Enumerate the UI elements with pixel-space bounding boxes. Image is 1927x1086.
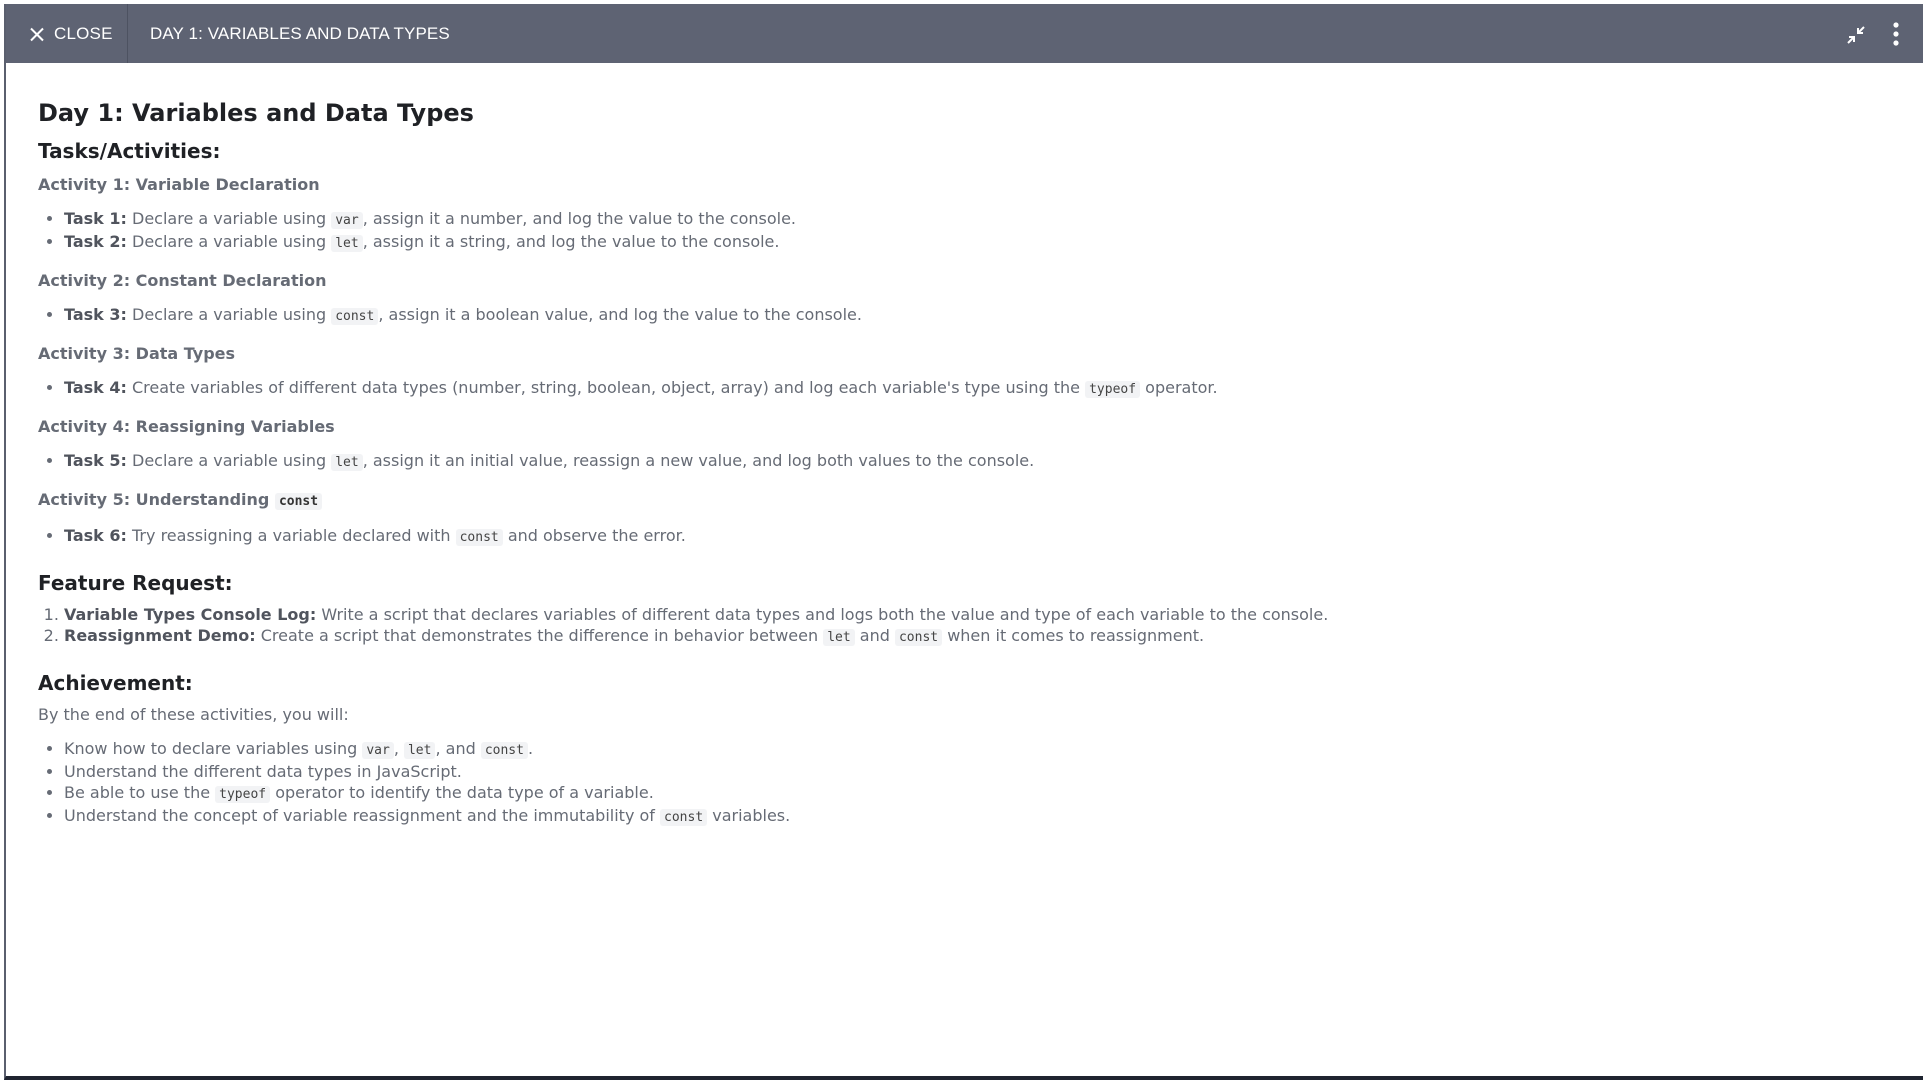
achievement-intro: By the end of these activities, you will… — [38, 705, 349, 724]
list-item: Know how to declare variables using var,… — [64, 738, 1891, 761]
activity-2-list: Task 3: Declare a variable using const, … — [38, 304, 1891, 327]
feature-label: Variable Types Console Log: — [64, 605, 317, 624]
achievement-heading: Achievement: — [38, 671, 193, 695]
text: Write a script that declares variables o… — [316, 605, 1329, 624]
text: , — [393, 739, 404, 758]
text: variables. — [707, 806, 791, 825]
text: and observe the error. — [502, 526, 686, 545]
text: Declare a variable using — [126, 451, 332, 470]
task-label: Task 6: — [64, 526, 127, 545]
inline-code: typeof — [215, 786, 271, 803]
inline-code: const — [455, 529, 503, 546]
modal-title: DAY 1: VARIABLES AND DATA TYPES — [150, 24, 450, 43]
text: Declare a variable using — [126, 232, 332, 251]
list-item: Understand the different data types in J… — [64, 761, 1891, 782]
task-label: Task 1: — [64, 209, 127, 228]
inline-code: var — [331, 212, 363, 229]
document-content: Day 1: Variables and Data Types Tasks/Ac… — [38, 76, 1891, 828]
text: Declare a variable using — [126, 305, 332, 324]
list-item: Task 1: Declare a variable using var, as… — [64, 208, 1891, 231]
task-label: Task 2: — [64, 232, 127, 251]
task-label: Task 3: — [64, 305, 127, 324]
text: Declare a variable using — [126, 209, 332, 228]
list-item: Understand the concept of variable reass… — [64, 805, 1891, 828]
list-item: Variable Types Console Log: Write a scri… — [64, 604, 1891, 625]
close-label: CLOSE — [54, 23, 113, 43]
text: , and — [435, 739, 481, 758]
inline-code: let — [823, 629, 855, 646]
activity-3-list: Task 4: Create variables of different da… — [38, 377, 1891, 400]
activity-4-heading: Activity 4: Reassigning Variables — [38, 417, 335, 436]
text: , assign it an initial value, reassign a… — [362, 451, 1035, 470]
inline-code: const — [274, 493, 323, 510]
text: Know how to declare variables using — [64, 739, 363, 758]
feature-label: Reassignment Demo: — [64, 626, 256, 645]
text: . — [527, 739, 534, 758]
inline-code: const — [331, 308, 379, 325]
more-options-icon[interactable] — [1886, 21, 1906, 47]
close-button[interactable]: CLOSE — [6, 4, 128, 63]
activity-1-list: Task 1: Declare a variable using var, as… — [38, 208, 1891, 254]
text: Understand the concept of variable reass… — [64, 806, 661, 825]
text: Create a script that demonstrates the di… — [255, 626, 824, 645]
text: operator. — [1140, 378, 1218, 397]
inline-code: const — [660, 809, 708, 826]
text: when it comes to reassignment. — [942, 626, 1205, 645]
close-icon — [30, 27, 44, 41]
list-item: Task 6: Try reassigning a variable decla… — [64, 525, 1891, 548]
text: operator to identify the data type of a … — [270, 783, 654, 802]
page-title: Day 1: Variables and Data Types — [38, 99, 474, 127]
activity-4-list: Task 5: Declare a variable using let, as… — [38, 450, 1891, 473]
list-item: Task 4: Create variables of different da… — [64, 377, 1891, 400]
list-item: Be able to use the typeof operator to id… — [64, 782, 1891, 805]
modal-header: CLOSE DAY 1: VARIABLES AND DATA TYPES — [6, 4, 1923, 63]
text: , assign it a number, and log the value … — [362, 209, 796, 228]
inline-code: const — [894, 629, 943, 646]
list-item: Reassignment Demo: Create a script that … — [64, 625, 1891, 648]
text: , assign it a string, and log the value … — [362, 232, 780, 251]
feature-list: Variable Types Console Log: Write a scri… — [38, 604, 1891, 648]
text: and — [854, 626, 895, 645]
list-item: Task 2: Declare a variable using let, as… — [64, 231, 1891, 254]
text: Try reassigning a variable declared with — [126, 526, 456, 545]
text: Be able to use the — [64, 783, 216, 802]
inline-code: var — [362, 742, 394, 759]
list-item: Task 5: Declare a variable using let, as… — [64, 450, 1891, 473]
activity-5-heading: Activity 5: Understanding const — [38, 489, 1891, 513]
inline-code: let — [331, 235, 363, 252]
text: Create variables of different data types… — [126, 378, 1086, 397]
task-label: Task 4: — [64, 378, 127, 397]
inline-code: typeof — [1085, 381, 1141, 398]
text: Activity 5: Understanding — [38, 490, 275, 509]
activity-1-heading: Activity 1: Variable Declaration — [38, 175, 320, 194]
text: , assign it a boolean value, and log the… — [378, 305, 862, 324]
task-label: Task 5: — [64, 451, 127, 470]
inline-code: let — [331, 454, 363, 471]
modal-window: CLOSE DAY 1: VARIABLES AND DATA TYPES Da… — [4, 4, 1923, 1080]
feature-heading: Feature Request: — [38, 571, 233, 595]
tasks-heading: Tasks/Activities: — [38, 139, 221, 163]
list-item: Task 3: Declare a variable using const, … — [64, 304, 1891, 327]
activity-2-heading: Activity 2: Constant Declaration — [38, 271, 327, 290]
inline-code: let — [403, 742, 436, 759]
minimize-icon[interactable] — [1844, 23, 1868, 47]
activity-3-heading: Activity 3: Data Types — [38, 344, 236, 363]
inline-code: const — [480, 742, 528, 759]
activity-5-list: Task 6: Try reassigning a variable decla… — [38, 525, 1891, 548]
achievement-list: Know how to declare variables using var,… — [38, 738, 1891, 828]
